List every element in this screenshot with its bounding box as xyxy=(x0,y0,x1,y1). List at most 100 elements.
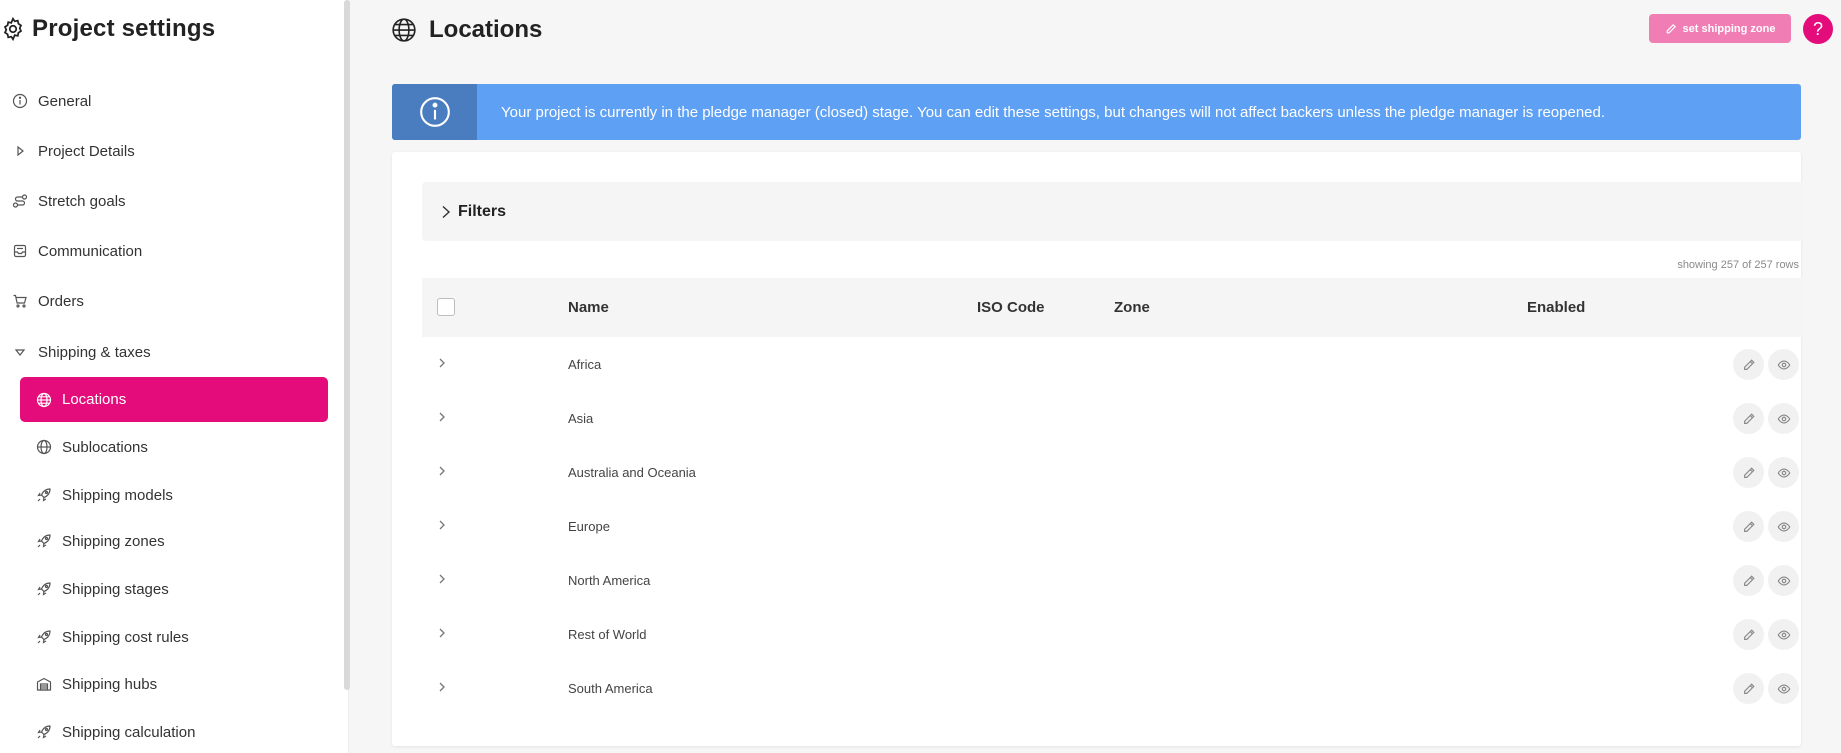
eye-icon xyxy=(1777,575,1790,586)
sidebar-scrollbar[interactable] xyxy=(344,0,350,690)
view-button[interactable] xyxy=(1768,619,1799,650)
sidebar-item-label: Shipping & taxes xyxy=(38,343,151,361)
eye-icon xyxy=(1777,467,1790,478)
row-name: Australia and Oceania xyxy=(568,464,696,480)
sidebar-item-shipping-cost-rules[interactable]: Shipping cost rules xyxy=(36,624,189,650)
edit-button[interactable] xyxy=(1733,511,1764,542)
sidebar-item-sublocations[interactable]: Sublocations xyxy=(36,434,148,460)
chevron-right-icon[interactable] xyxy=(434,679,450,695)
view-button[interactable] xyxy=(1768,457,1799,488)
globe-icon xyxy=(392,18,416,42)
table-row[interactable]: Africa xyxy=(422,337,1803,391)
sidebar-item-shipping-models[interactable]: Shipping models xyxy=(36,482,173,508)
pencil-icon xyxy=(1743,628,1755,640)
sidebar-item-general[interactable]: General xyxy=(12,88,91,114)
help-button[interactable]: ? xyxy=(1803,14,1833,44)
eye-icon xyxy=(1777,359,1790,370)
table-row[interactable]: Europe xyxy=(422,499,1803,553)
chevron-right-icon[interactable] xyxy=(434,571,450,587)
sidebar-item-shipping-zones[interactable]: Shipping zones xyxy=(36,528,165,554)
sidebar-item-project-details[interactable]: Project Details xyxy=(12,138,135,164)
eye-icon xyxy=(1777,521,1790,532)
view-button[interactable] xyxy=(1768,511,1799,542)
sidebar-item-label: Communication xyxy=(38,242,143,260)
pencil-icon xyxy=(1666,23,1676,33)
table-row[interactable]: Rest of World xyxy=(422,607,1803,661)
sidebar-item-shipping-taxes[interactable]: Shipping & taxes xyxy=(12,339,151,365)
chevron-right-icon[interactable] xyxy=(434,463,450,479)
sidebar: Project settings General Project Details… xyxy=(0,0,350,753)
rows-count: showing 257 of 257 rows xyxy=(1677,259,1799,271)
eye-icon xyxy=(1777,413,1790,424)
pencil-icon xyxy=(1743,466,1755,478)
sidebar-item-label: Orders xyxy=(38,292,84,310)
page-header: Locations xyxy=(391,14,542,46)
column-header-enabled[interactable]: Enabled xyxy=(1527,278,1585,337)
sidebar-item-label: Shipping models xyxy=(62,486,173,504)
sidebar-item-label: Shipping zones xyxy=(62,532,165,550)
cart-icon xyxy=(13,294,27,308)
inbox-icon xyxy=(13,244,27,258)
row-name: Europe xyxy=(568,518,610,534)
set-shipping-zone-button[interactable]: set shipping zone xyxy=(1649,14,1791,43)
edit-button[interactable] xyxy=(1733,403,1764,434)
eye-icon xyxy=(1777,683,1790,694)
rocket-icon xyxy=(37,630,51,644)
column-header-zone[interactable]: Zone xyxy=(1114,278,1150,337)
edit-button[interactable] xyxy=(1733,673,1764,704)
rocket-icon xyxy=(37,725,51,739)
chevron-right-icon[interactable] xyxy=(434,517,450,533)
sidebar-item-label: Locations xyxy=(62,391,127,408)
edit-button[interactable] xyxy=(1733,349,1764,380)
table-row[interactable]: Australia and Oceania xyxy=(422,445,1803,499)
table-header: Name ISO Code Zone Enabled xyxy=(422,278,1803,337)
pencil-icon xyxy=(1743,412,1755,424)
chevron-right-icon[interactable] xyxy=(434,409,450,425)
edit-button[interactable] xyxy=(1733,565,1764,596)
filters-toggle[interactable]: Filters xyxy=(422,182,1803,241)
sidebar-item-label: Shipping calculation xyxy=(62,723,196,741)
chevron-right-icon[interactable] xyxy=(434,625,450,641)
row-name: Asia xyxy=(568,410,594,426)
pencil-icon xyxy=(1743,520,1755,532)
sidebar-item-communication[interactable]: Communication xyxy=(12,238,142,264)
eye-icon xyxy=(1777,629,1790,640)
locations-card: Filters showing 257 of 257 rows Name ISO… xyxy=(392,152,1803,746)
table-row[interactable]: South America xyxy=(422,661,1803,715)
sidebar-item-shipping-stages[interactable]: Shipping stages xyxy=(36,576,169,602)
sidebar-item-stretch-goals[interactable]: Stretch goals xyxy=(12,188,126,214)
banner-text: Your project is currently in the pledge … xyxy=(501,103,1606,121)
edit-button[interactable] xyxy=(1733,619,1764,650)
info-circle-icon xyxy=(12,93,28,109)
row-name: Rest of World xyxy=(568,626,647,642)
rocket-icon xyxy=(37,534,51,548)
edit-button[interactable] xyxy=(1733,457,1764,488)
sidebar-title: Project settings xyxy=(0,14,215,44)
gear-icon xyxy=(3,16,23,42)
column-header-iso-code[interactable]: ISO Code xyxy=(977,278,1045,337)
view-button[interactable] xyxy=(1768,673,1799,704)
pencil-icon xyxy=(1743,682,1755,694)
filters-label: Filters xyxy=(458,202,507,220)
sidebar-item-label: Shipping cost rules xyxy=(62,628,189,646)
table-row[interactable]: North America xyxy=(422,553,1803,607)
select-all-checkbox[interactable] xyxy=(437,298,455,316)
sidebar-item-label: Project Details xyxy=(38,142,135,160)
view-button[interactable] xyxy=(1768,403,1799,434)
sidebar-item-orders[interactable]: Orders xyxy=(12,288,84,314)
row-name: South America xyxy=(568,680,653,696)
sidebar-item-locations[interactable]: Locations xyxy=(20,377,328,422)
view-button[interactable] xyxy=(1768,349,1799,380)
sidebar-item-label: Stretch goals xyxy=(38,192,126,210)
warehouse-icon xyxy=(36,677,52,691)
chevron-right-icon[interactable] xyxy=(434,355,450,371)
stage-info-banner: Your project is currently in the pledge … xyxy=(392,84,1801,140)
caret-right-icon xyxy=(17,145,24,157)
sidebar-item-shipping-calculation[interactable]: Shipping calculation xyxy=(36,719,195,745)
row-name: Africa xyxy=(568,356,602,372)
table-row[interactable]: Asia xyxy=(422,391,1803,445)
column-header-name[interactable]: Name xyxy=(568,278,609,337)
banner-icon-box xyxy=(392,84,477,140)
sidebar-item-shipping-hubs[interactable]: Shipping hubs xyxy=(36,671,157,697)
view-button[interactable] xyxy=(1768,565,1799,596)
